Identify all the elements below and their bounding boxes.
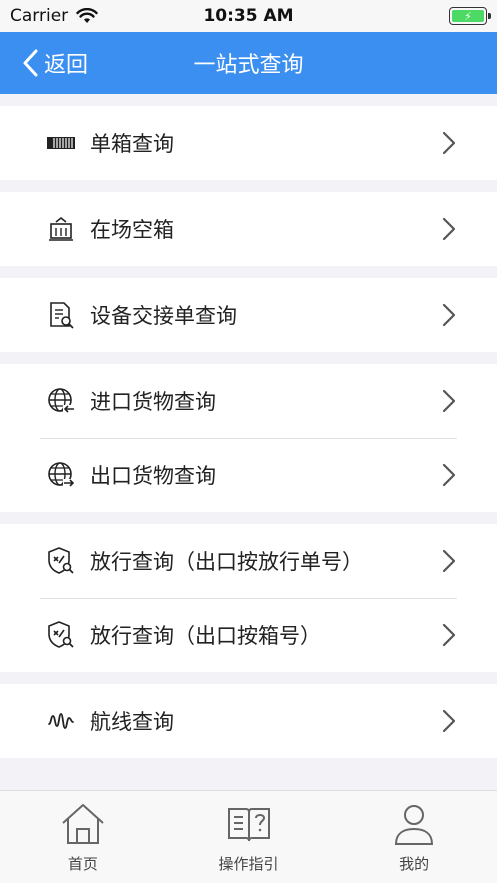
- chevron-right-icon: [442, 303, 456, 327]
- menu-group: 放行查询（出口按放行单号） 放行查询（出口按箱号）: [0, 524, 497, 672]
- chevron-right-icon: [442, 217, 456, 241]
- empty-container-icon: [46, 214, 76, 244]
- tab-label: 首页: [67, 855, 98, 873]
- menu-group: 在场空箱: [0, 192, 497, 266]
- query-menu: 单箱查询 在场空箱 设备交接单查询 进口货物查询 出口货物查询 放行查询（出口按…: [0, 94, 497, 790]
- tab-label: 操作指引: [218, 855, 279, 873]
- guide-book-icon: [227, 808, 270, 842]
- chevron-right-icon: [442, 463, 456, 487]
- globe-export-icon: [46, 460, 76, 490]
- menu-item-release-by-release-no[interactable]: 放行查询（出口按放行单号）: [0, 524, 497, 598]
- menu-item-import-cargo[interactable]: 进口货物查询: [0, 364, 497, 438]
- menu-item-empty-container[interactable]: 在场空箱: [0, 192, 497, 266]
- shield-search-icon: [46, 546, 76, 576]
- menu-group: 单箱查询: [0, 106, 497, 180]
- tab-bar: 首页 操作指引 我的: [0, 790, 497, 883]
- back-button[interactable]: 返回: [22, 32, 88, 94]
- menu-item-label: 单箱查询: [90, 132, 174, 156]
- user-icon: [395, 805, 434, 845]
- container-icon: [46, 128, 76, 158]
- tab-mine[interactable]: 我的: [331, 791, 497, 883]
- battery-level: ⚡: [452, 9, 484, 23]
- menu-item-label: 航线查询: [90, 710, 174, 734]
- route-icon: [46, 706, 76, 736]
- chevron-right-icon: [442, 549, 456, 573]
- chevron-right-icon: [442, 389, 456, 413]
- shield-search-icon: [46, 620, 76, 650]
- home-icon: [62, 804, 104, 844]
- back-label: 返回: [44, 53, 89, 78]
- battery-icon: ⚡: [449, 7, 491, 25]
- carrier-label: Carrier: [10, 6, 69, 26]
- chevron-right-icon: [442, 623, 456, 647]
- document-search-icon: [46, 300, 76, 330]
- menu-item-label: 放行查询（出口按箱号）: [90, 624, 321, 648]
- globe-import-icon: [46, 386, 76, 416]
- nav-bar: 返回 一站式查询: [0, 32, 497, 94]
- menu-item-single-container[interactable]: 单箱查询: [0, 106, 497, 180]
- menu-item-route-query[interactable]: 航线查询: [0, 684, 497, 758]
- menu-item-label: 在场空箱: [90, 218, 174, 242]
- menu-item-label: 设备交接单查询: [90, 304, 237, 328]
- menu-item-label: 进口货物查询: [90, 390, 216, 414]
- menu-group: 设备交接单查询: [0, 278, 497, 352]
- tab-label: 我的: [399, 855, 430, 873]
- tab-guide[interactable]: 操作指引: [166, 791, 332, 883]
- menu-item-label: 放行查询（出口按放行单号）: [90, 550, 363, 574]
- charging-icon: ⚡: [464, 9, 472, 23]
- tab-home[interactable]: 首页: [0, 791, 166, 883]
- chevron-right-icon: [442, 709, 456, 733]
- menu-item-label: 出口货物查询: [90, 464, 216, 488]
- menu-item-release-by-container-no[interactable]: 放行查询（出口按箱号）: [0, 598, 497, 672]
- chevron-left-icon: [23, 49, 38, 77]
- menu-group: 进口货物查询 出口货物查询: [0, 364, 497, 512]
- menu-item-export-cargo[interactable]: 出口货物查询: [0, 438, 497, 512]
- chevron-right-icon: [442, 131, 456, 155]
- status-bar: Carrier 10:35 AM ⚡: [0, 0, 497, 32]
- menu-item-eir-query[interactable]: 设备交接单查询: [0, 278, 497, 352]
- wifi-icon: [76, 8, 98, 23]
- menu-group: 航线查询: [0, 684, 497, 758]
